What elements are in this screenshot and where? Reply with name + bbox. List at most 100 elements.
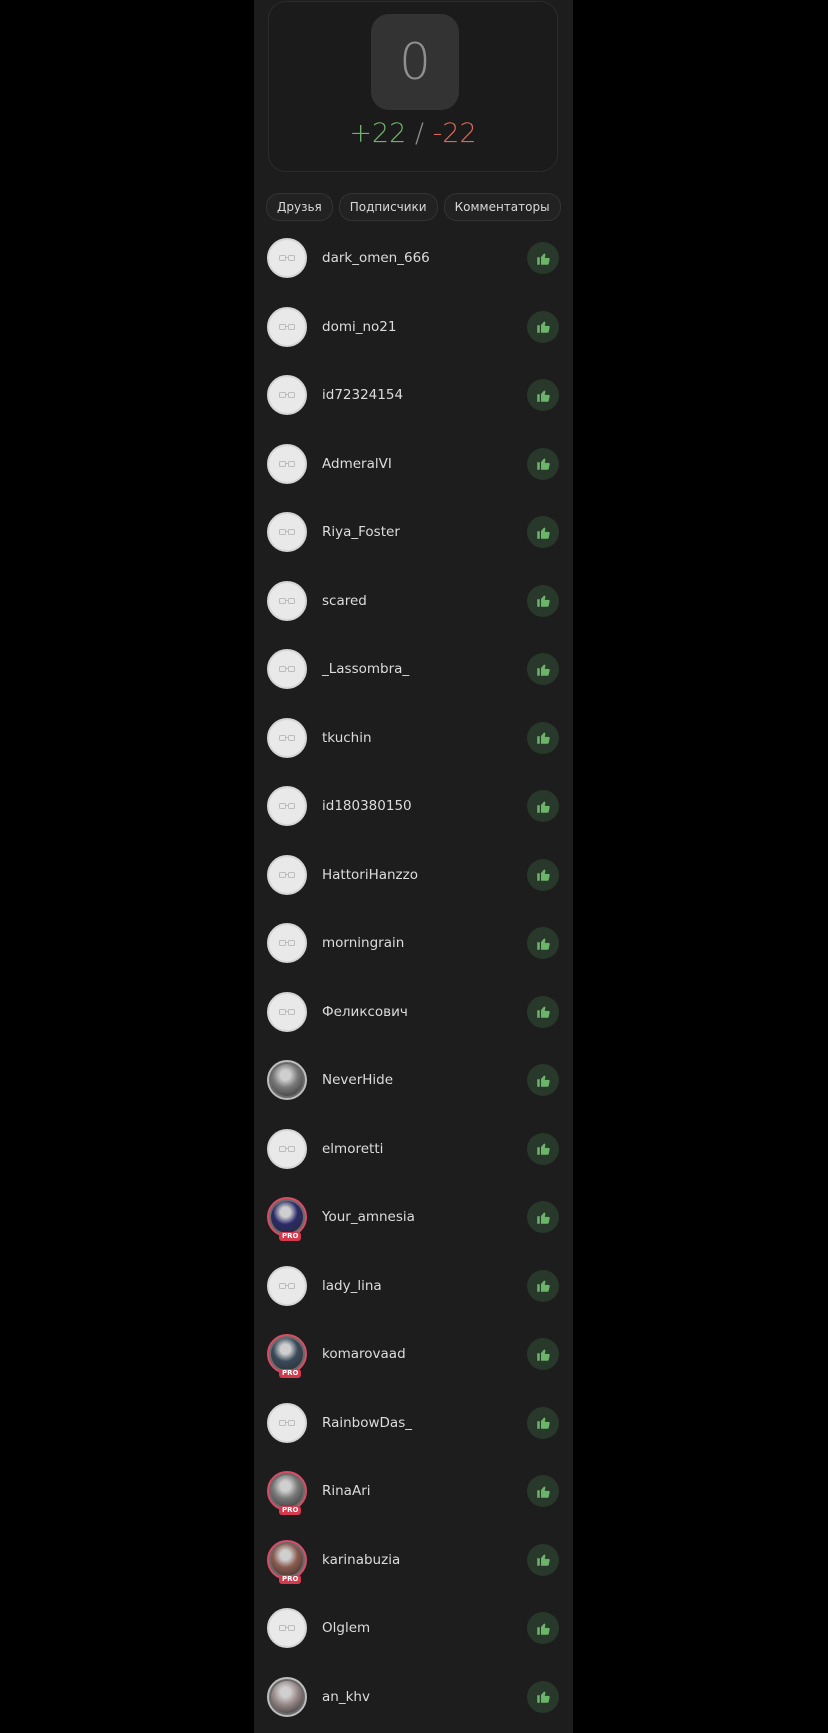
like-button[interactable] — [527, 447, 559, 480]
avatar[interactable]: PRO — [267, 1334, 307, 1378]
glasses-icon — [279, 392, 295, 398]
avatar[interactable] — [267, 1265, 307, 1306]
avatar[interactable] — [267, 238, 307, 278]
username[interactable]: karinabuzia — [322, 1552, 400, 1568]
like-button[interactable] — [527, 584, 559, 617]
username[interactable]: NeverHide — [322, 1072, 393, 1088]
avatar[interactable]: PRO — [267, 1471, 307, 1515]
avatar[interactable] — [267, 306, 307, 347]
like-button[interactable] — [527, 516, 559, 548]
tab-subscribers[interactable]: Подписчики — [338, 193, 438, 221]
avatar[interactable] — [267, 443, 307, 484]
like-button[interactable] — [527, 242, 559, 274]
thumbs-up-icon — [536, 321, 550, 333]
list-item: tkuchin — [254, 705, 573, 774]
username[interactable]: _Lassombra_ — [322, 661, 409, 677]
username[interactable]: AdmeralVI — [322, 456, 392, 472]
username[interactable]: Riya_Foster — [322, 524, 400, 540]
list-item: an_khv — [254, 1664, 573, 1733]
tab-commenters[interactable]: Комментаторы — [443, 193, 561, 221]
voter-list: dark_omen_666 domi_no21 id72324154 AdmeralV… — [254, 225, 573, 1732]
pro-badge: PRO — [279, 1506, 302, 1515]
thumbs-up-icon — [536, 527, 550, 539]
like-button[interactable] — [527, 1132, 559, 1165]
glasses-icon — [279, 803, 295, 809]
avatar[interactable] — [267, 1402, 307, 1443]
username[interactable]: Феликсович — [322, 1004, 408, 1020]
avatar[interactable] — [267, 717, 307, 758]
like-button[interactable] — [527, 790, 559, 822]
username[interactable]: RinaAri — [322, 1483, 371, 1499]
avatar[interactable] — [267, 991, 307, 1032]
avatar[interactable]: PRO — [267, 1539, 307, 1584]
like-button[interactable] — [527, 310, 559, 343]
username[interactable]: komarovaad — [322, 1346, 406, 1362]
pro-badge: PRO — [279, 1369, 302, 1378]
like-button[interactable] — [527, 653, 559, 685]
thumbs-up-icon — [536, 595, 550, 607]
username[interactable]: id72324154 — [322, 387, 403, 403]
list-item: scared — [254, 568, 573, 637]
like-button[interactable] — [527, 1338, 559, 1370]
like-button[interactable] — [527, 721, 559, 754]
username[interactable]: domi_no21 — [322, 319, 396, 335]
like-button[interactable] — [527, 1680, 559, 1713]
glasses-icon — [279, 1008, 295, 1015]
like-button[interactable] — [527, 1612, 559, 1644]
avatar[interactable] — [267, 512, 307, 552]
like-button[interactable] — [527, 1269, 559, 1302]
username[interactable]: tkuchin — [322, 730, 372, 746]
username[interactable]: id180380150 — [322, 798, 412, 814]
like-button[interactable] — [527, 379, 559, 411]
upvotes-count: +22 — [349, 118, 407, 149]
like-button[interactable] — [527, 1064, 559, 1096]
avatar[interactable] — [267, 1128, 307, 1169]
username[interactable]: elmoretti — [322, 1141, 383, 1157]
avatar[interactable] — [267, 854, 307, 895]
votes-separator: / — [406, 118, 433, 149]
thumbs-up-icon — [536, 732, 550, 744]
like-button[interactable] — [527, 858, 559, 891]
avatar[interactable] — [267, 923, 307, 963]
username[interactable]: an_khv — [322, 1689, 370, 1705]
glasses-icon — [279, 1419, 295, 1426]
glasses-icon — [279, 734, 295, 741]
like-button[interactable] — [527, 927, 559, 959]
glasses-icon — [279, 871, 295, 878]
avatar[interactable]: PRO — [267, 1197, 307, 1241]
like-button[interactable] — [527, 1201, 559, 1233]
list-item: id180380150 — [254, 773, 573, 842]
avatar[interactable] — [267, 375, 307, 415]
like-button[interactable] — [527, 995, 559, 1028]
thumbs-up-icon — [536, 801, 550, 813]
avatar[interactable] — [267, 580, 307, 621]
like-button[interactable] — [527, 1475, 559, 1507]
like-button[interactable] — [527, 1543, 559, 1576]
thumbs-up-icon — [536, 664, 550, 676]
username[interactable]: Olglem — [322, 1620, 370, 1636]
username[interactable]: morningrain — [322, 935, 404, 951]
avatar[interactable] — [267, 1608, 307, 1648]
avatar-photo — [271, 1680, 303, 1713]
glasses-icon — [279, 666, 295, 672]
thumbs-up-icon — [536, 1212, 550, 1224]
avatar[interactable] — [267, 1676, 307, 1717]
list-item: dark_omen_666 — [254, 225, 573, 294]
username[interactable]: RainbowDas_ — [322, 1415, 412, 1431]
avatar[interactable] — [267, 786, 307, 826]
username[interactable]: lady_lina — [322, 1278, 382, 1294]
list-item: _Lassombra_ — [254, 636, 573, 705]
username[interactable]: scared — [322, 593, 367, 609]
like-button[interactable] — [527, 1406, 559, 1439]
pro-badge: PRO — [279, 1232, 302, 1241]
avatar[interactable] — [267, 1060, 307, 1100]
tab-friends[interactable]: Друзья — [266, 193, 333, 221]
list-item: Olglem — [254, 1595, 573, 1664]
avatar[interactable] — [267, 649, 307, 689]
thumbs-up-icon — [536, 458, 550, 470]
username[interactable]: Your_amnesia — [322, 1209, 415, 1225]
username[interactable]: dark_omen_666 — [322, 250, 430, 266]
username[interactable]: HattoriHanzzo — [322, 867, 418, 883]
list-item: domi_no21 — [254, 294, 573, 363]
thumbs-up-icon — [536, 1006, 550, 1018]
